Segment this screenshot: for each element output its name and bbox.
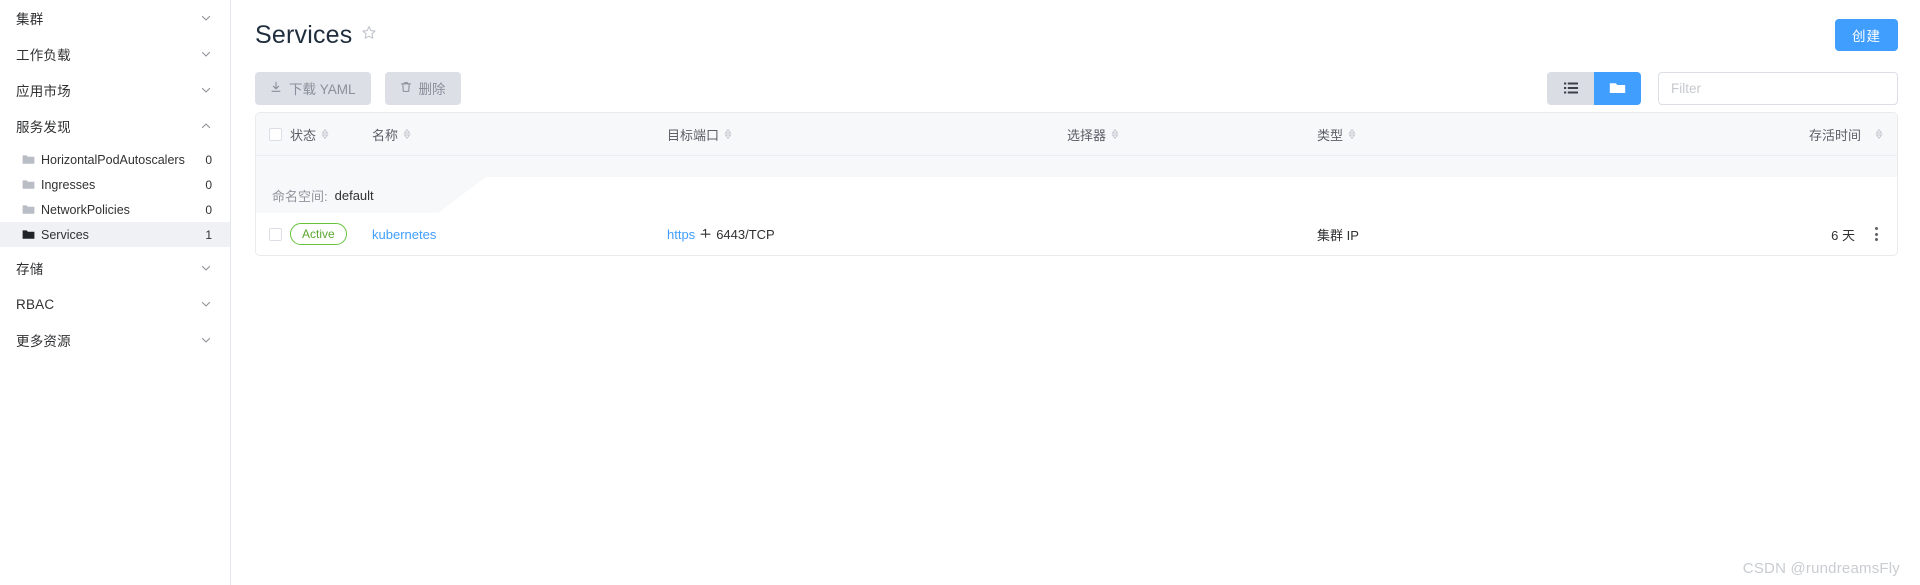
chevron-down-icon — [200, 48, 212, 60]
services-table: 状态 名称 目标端口 选择器 类型 存活时间 命名空间: default Act… — [255, 112, 1898, 256]
port-protocol-label: https — [667, 226, 696, 242]
sidebar-group-more-resources[interactable]: 更多资源 — [0, 322, 230, 358]
sidebar-group-label: 服务发现 — [16, 120, 71, 135]
status-badge: Active — [290, 223, 347, 245]
column-label: 名称 — [372, 127, 399, 143]
sidebar-group-service-discovery[interactable]: 服务发现 — [0, 108, 230, 144]
chevron-down-icon — [200, 262, 212, 274]
trash-icon — [400, 81, 412, 95]
sidebar-item-count: 1 — [205, 227, 212, 242]
port-value: 6443/TCP — [716, 226, 775, 242]
port-arrow-icon — [700, 227, 711, 242]
chevron-down-icon — [200, 334, 212, 346]
sidebar-item-ingresses[interactable]: Ingresses 0 — [0, 172, 230, 197]
row-checkbox[interactable] — [269, 227, 282, 241]
folder-icon — [22, 154, 35, 165]
column-header-name[interactable]: 名称 — [372, 125, 667, 144]
main-content: Services 创建 下载 YAML 删除 Filter 状态 名称 目标端口… — [231, 0, 1920, 585]
sort-icon[interactable] — [1348, 128, 1356, 140]
sidebar-group-storage[interactable]: 存储 — [0, 250, 230, 286]
sort-icon[interactable] — [321, 128, 329, 140]
download-yaml-button[interactable]: 下载 YAML — [255, 71, 371, 105]
column-header-age[interactable]: 存活时间 — [1542, 125, 1897, 144]
column-header-type[interactable]: 类型 — [1317, 125, 1542, 144]
sidebar-group-label: 存储 — [16, 262, 44, 277]
service-name-link[interactable]: kubernetes — [372, 227, 436, 242]
sidebar-item-label: Services — [41, 227, 89, 242]
column-label: 存活时间 — [1808, 127, 1861, 143]
sidebar-group-label: 工作负载 — [16, 48, 71, 63]
filter-input[interactable] — [1658, 71, 1898, 105]
watermark: CSDN @rundreamsFly — [1742, 560, 1900, 577]
column-header-target-port[interactable]: 目标端口 — [667, 125, 1067, 144]
column-label: 选择器 — [1067, 127, 1107, 143]
chevron-down-icon — [200, 12, 212, 24]
sidebar-group-label: 应用市场 — [16, 84, 71, 99]
row-status-cell: Active — [290, 223, 372, 245]
delete-button[interactable]: 删除 — [384, 71, 461, 105]
more-vertical-icon[interactable] — [1869, 227, 1883, 241]
page-header: Services 创建 — [255, 0, 1898, 62]
sidebar-item-services[interactable]: Services 1 — [0, 222, 230, 247]
sidebar-item-label: NetworkPolicies — [41, 202, 130, 217]
page-title: Services — [255, 20, 353, 49]
sidebar-group-cluster[interactable]: 集群 — [0, 0, 230, 36]
view-toggle-group — [1547, 71, 1641, 105]
row-age-cell: 6 天 — [1542, 225, 1897, 244]
sidebar-item-count: 0 — [205, 202, 212, 217]
sidebar-group-label: 集群 — [16, 12, 44, 27]
select-all-checkbox[interactable] — [269, 127, 282, 141]
toolbar: 下载 YAML 删除 — [255, 64, 1898, 112]
app-root: 集群 工作负载 应用市场 服务发现 HorizontalPodAutoscale… — [0, 0, 1920, 585]
sort-icon[interactable] — [403, 128, 411, 140]
column-label: 类型 — [1317, 127, 1344, 143]
table-header-row: 状态 名称 目标端口 选择器 类型 存活时间 — [256, 113, 1897, 156]
create-button[interactable]: 创建 — [1835, 19, 1898, 51]
sidebar-group-rbac[interactable]: RBAC — [0, 286, 230, 322]
sidebar-group-label: RBAC — [16, 296, 55, 312]
column-header-selector[interactable]: 选择器 — [1067, 125, 1317, 144]
row-select-cell — [256, 227, 290, 241]
row-age-value: 6 天 — [1831, 227, 1855, 243]
folder-icon — [22, 204, 35, 215]
column-label: 目标端口 — [667, 127, 720, 143]
folder-icon — [22, 179, 35, 190]
sidebar-item-horizontalpodautoscalers[interactable]: HorizontalPodAutoscalers 0 — [0, 147, 230, 172]
namespace-group-key: 命名空间: — [272, 188, 328, 204]
sidebar-item-count: 0 — [205, 177, 212, 192]
delete-label: 删除 — [418, 82, 446, 97]
download-icon — [270, 81, 282, 95]
sidebar: 集群 工作负载 应用市场 服务发现 HorizontalPodAutoscale… — [0, 0, 231, 585]
folder-icon — [22, 229, 35, 240]
table-row[interactable]: Active kubernetes https 6443/TCP 集群 IP 6… — [256, 213, 1897, 255]
sidebar-item-networkpolicies[interactable]: NetworkPolicies 0 — [0, 197, 230, 222]
chevron-down-icon — [200, 84, 212, 96]
sidebar-item-label: HorizontalPodAutoscalers — [41, 152, 185, 167]
namespace-group-value: default — [334, 187, 374, 203]
row-target-port-cell: https 6443/TCP — [667, 227, 1067, 242]
chevron-up-icon — [200, 120, 212, 132]
sort-icon[interactable] — [1111, 128, 1119, 140]
namespace-group-row: 命名空间: default — [256, 177, 1897, 213]
row-type-cell: 集群 IP — [1317, 227, 1359, 243]
column-label: 状态 — [290, 127, 317, 143]
table-gap-band — [256, 156, 1897, 177]
download-yaml-label: 下载 YAML — [289, 82, 356, 97]
sidebar-item-label: Ingresses — [41, 177, 96, 192]
sort-icon[interactable] — [724, 128, 732, 140]
chevron-down-icon — [200, 298, 212, 310]
select-all-cell — [256, 127, 290, 141]
sidebar-item-count: 0 — [205, 152, 212, 167]
sidebar-group-appstore[interactable]: 应用市场 — [0, 72, 230, 108]
sidebar-group-workloads[interactable]: 工作负载 — [0, 36, 230, 72]
column-header-status[interactable]: 状态 — [290, 125, 372, 144]
namespace-group-tab[interactable]: 命名空间: default — [256, 177, 486, 213]
sidebar-group-label: 更多资源 — [16, 334, 71, 349]
list-view-icon[interactable] — [1547, 71, 1594, 105]
sort-icon[interactable] — [1875, 128, 1883, 140]
row-name-cell: kubernetes — [372, 227, 667, 242]
folder-view-icon[interactable] — [1594, 71, 1641, 105]
star-outline-icon[interactable] — [361, 25, 377, 45]
